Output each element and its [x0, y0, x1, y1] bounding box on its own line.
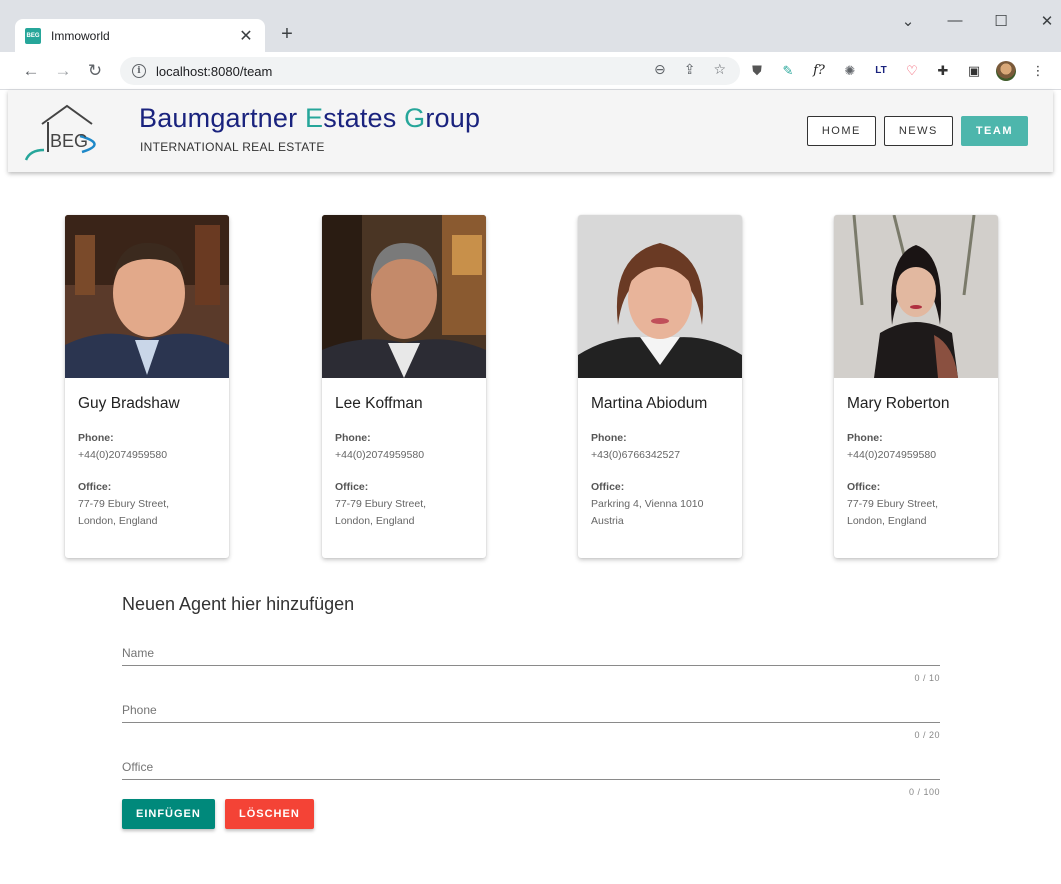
agent-name: Guy Bradshaw: [78, 395, 180, 412]
agent-card: Mary Roberton Phone: +44(0)2074959580 Of…: [834, 215, 998, 558]
phone-label: Phone:: [591, 432, 627, 444]
office-line: London, England: [78, 515, 158, 527]
zoom-icon[interactable]: ⊖: [654, 61, 666, 78]
sidepanel-icon[interactable]: ▣: [965, 62, 983, 80]
nav-team-button[interactable]: TEAM: [960, 116, 1028, 146]
new-tab-icon[interactable]: +: [275, 22, 299, 46]
languagetool-icon[interactable]: LT: [872, 62, 890, 80]
office-line: Parkring 4, Vienna 1010: [591, 498, 704, 510]
agent-photo: [65, 215, 229, 378]
font-icon[interactable]: f?: [810, 62, 828, 80]
agent-name: Mary Roberton: [847, 395, 950, 412]
agent-photo: [578, 215, 742, 378]
office-line: 77-79 Ebury Street,: [847, 498, 939, 510]
address-bar[interactable]: i localhost:8080/team ⊖ ⇪ ☆: [120, 57, 740, 85]
name-field[interactable]: Name 0 / 10: [122, 646, 940, 686]
info-icon[interactable]: i: [132, 64, 146, 78]
favicon-icon: BEG: [25, 27, 41, 44]
agent-card: Guy Bradshaw Phone: +44(0)2074959580 Off…: [65, 215, 229, 558]
window-close-icon[interactable]: ✕: [1035, 12, 1059, 30]
browser-tab[interactable]: BEG Immoworld ✕: [15, 19, 265, 52]
phone-value: +44(0)2074959580: [78, 449, 168, 461]
office-label: Office:: [847, 481, 881, 493]
pocket-icon[interactable]: ♡: [903, 62, 921, 80]
beg-logo[interactable]: BEG: [20, 96, 110, 166]
phone-label: Phone:: [335, 432, 371, 444]
agent-card: Martina Abiodum Phone: +43(0)6766342527 …: [578, 215, 742, 558]
add-agent-button[interactable]: EINFÜGEN: [122, 799, 215, 829]
name-char-counter: 0 / 10: [914, 673, 940, 683]
office-line: London, England: [335, 515, 415, 527]
site-header: BEG Baumgartner Estates Group INTERNATIO…: [8, 90, 1053, 172]
extensions-puzzle-icon[interactable]: ✚: [934, 62, 952, 80]
eyedropper-icon[interactable]: ✎: [779, 62, 797, 80]
forward-arrow-icon[interactable]: →: [52, 60, 74, 82]
phone-field-label: Phone: [122, 703, 157, 717]
nav-news-button[interactable]: NEWS: [883, 116, 953, 146]
main-nav: HOME NEWS TEAM: [806, 116, 1028, 146]
browser-tab-bar: BEG Immoworld ✕ + ⌄ — ☐ ✕: [0, 0, 1061, 52]
form-title: Neuen Agent hier hinzufügen: [122, 594, 355, 614]
minimize-icon[interactable]: —: [943, 12, 967, 29]
office-line: 77-79 Ebury Street,: [78, 498, 170, 510]
reload-icon[interactable]: ↻: [84, 60, 106, 82]
ublock-icon[interactable]: ⛊: [748, 62, 766, 80]
agent-card: Lee Koffman Phone: +44(0)2074959580 Offi…: [322, 215, 486, 558]
tab-title: Immoworld: [51, 28, 110, 43]
tab-search-chevron-icon[interactable]: ⌄: [896, 12, 920, 30]
phone-char-counter: 0 / 20: [914, 730, 940, 740]
office-field-label: Office: [122, 760, 154, 774]
share-icon[interactable]: ⇪: [684, 61, 696, 78]
delete-button[interactable]: LÖSCHEN: [225, 799, 314, 829]
office-char-counter: 0 / 100: [908, 787, 940, 797]
tab-close-icon[interactable]: ✕: [237, 26, 255, 46]
maximize-icon[interactable]: ☐: [989, 12, 1013, 30]
browser-toolbar: ← → ↻ i localhost:8080/team ⊖ ⇪ ☆ ⛊ ✎ f?…: [0, 52, 1061, 90]
phone-value: +43(0)6766342527: [591, 449, 681, 461]
phone-label: Phone:: [78, 432, 114, 444]
office-label: Office:: [78, 481, 112, 493]
bookmark-star-icon[interactable]: ☆: [713, 61, 726, 78]
office-field[interactable]: Office 0 / 100: [122, 760, 940, 800]
name-field-label: Name: [122, 646, 155, 660]
svg-text:BEG: BEG: [50, 131, 88, 151]
brand-subtitle: INTERNATIONAL REAL ESTATE: [140, 140, 325, 154]
agent-name: Lee Koffman: [335, 395, 423, 412]
office-line: 77-79 Ebury Street,: [335, 498, 427, 510]
office-line: Austria: [591, 515, 624, 527]
phone-value: +44(0)2074959580: [847, 449, 937, 461]
back-arrow-icon[interactable]: ←: [20, 60, 42, 82]
nav-home-button[interactable]: HOME: [806, 116, 876, 146]
office-label: Office:: [591, 481, 625, 493]
brand-title: Baumgartner Estates Group: [139, 103, 481, 133]
chrome-icon[interactable]: ✺: [841, 62, 859, 80]
phone-label: Phone:: [847, 432, 883, 444]
phone-value: +44(0)2074959580: [335, 449, 425, 461]
agent-photo: [834, 215, 998, 378]
phone-field[interactable]: Phone 0 / 20: [122, 703, 940, 743]
office-line: London, England: [847, 515, 927, 527]
office-label: Office:: [335, 481, 369, 493]
profile-avatar[interactable]: [996, 61, 1016, 81]
agent-name: Martina Abiodum: [591, 395, 708, 412]
agent-photo: [322, 215, 486, 378]
url-text: localhost:8080/team: [156, 63, 273, 79]
menu-kebab-icon[interactable]: ⋮: [1029, 62, 1047, 80]
